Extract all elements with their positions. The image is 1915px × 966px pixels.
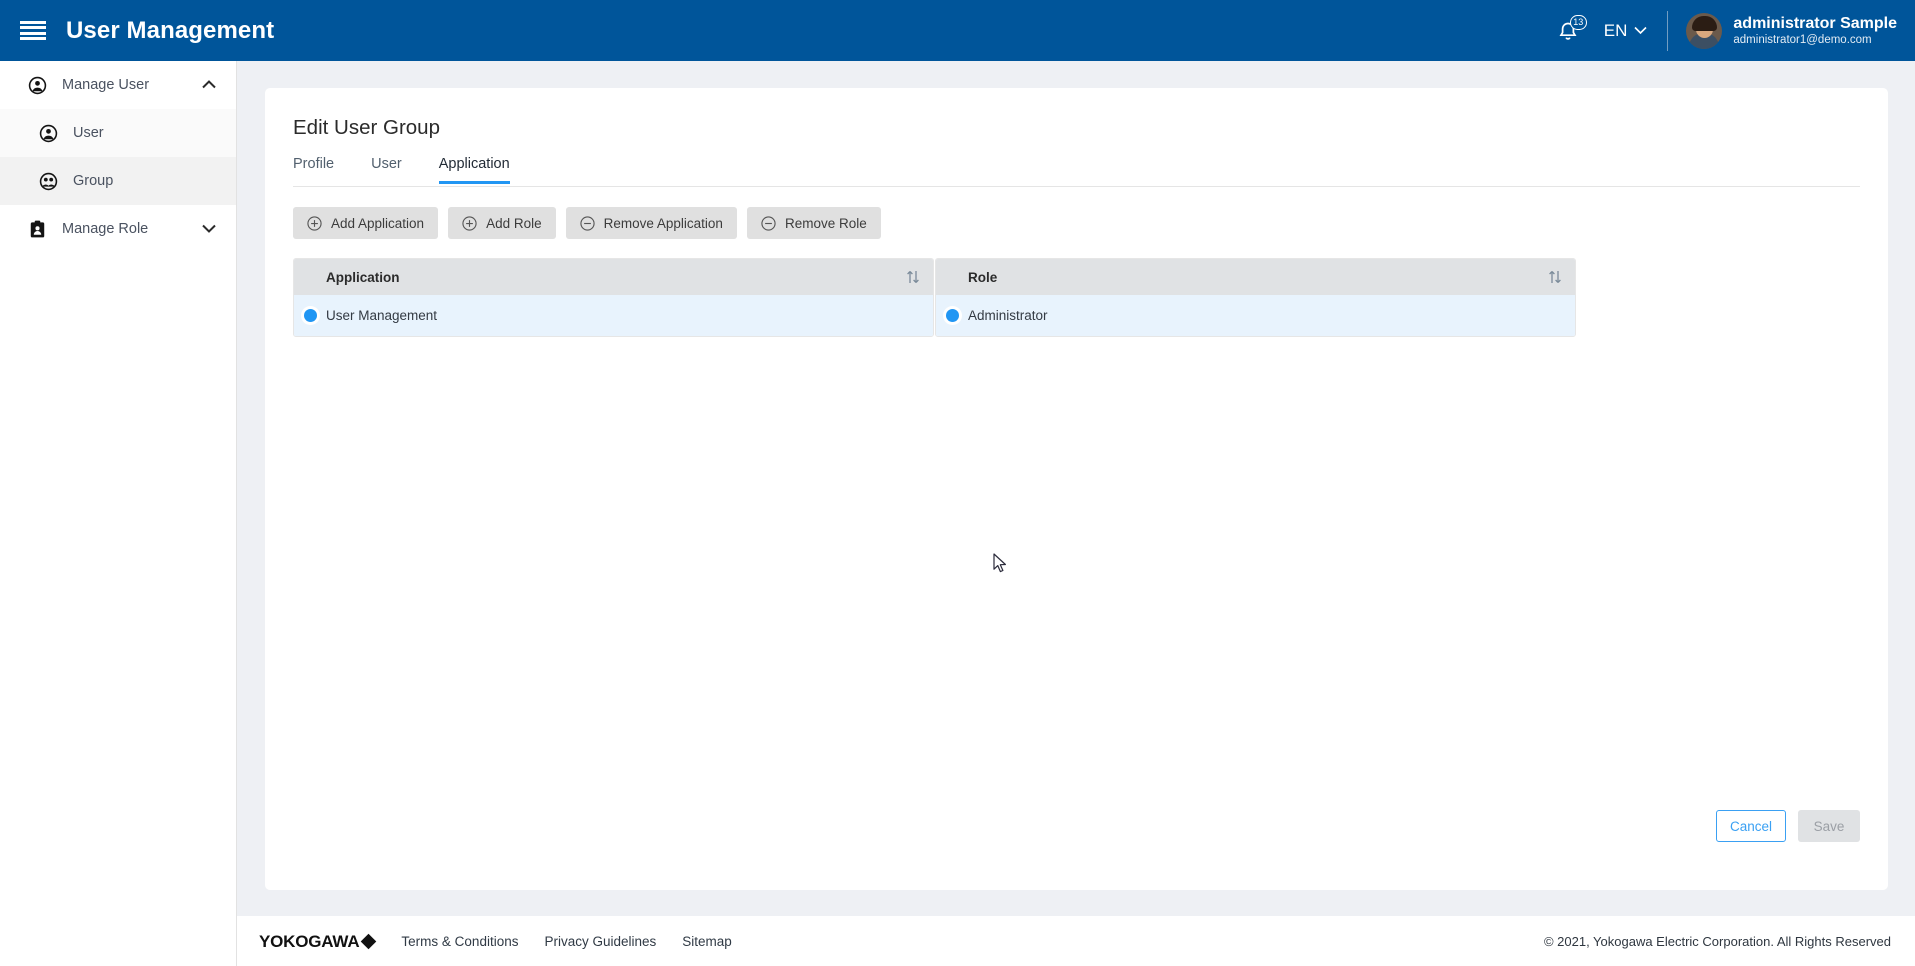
page-title: Edit User Group [293,116,440,139]
hamburger-line [20,26,46,30]
edit-user-group-card: Edit User Group Profile User Application… [265,88,1888,890]
save-button: Save [1798,810,1860,842]
chevron-up-icon [202,76,216,94]
cell-role-name: Administrator [968,308,1048,323]
table-row[interactable]: User Management [294,295,933,336]
button-label: Add Role [486,215,542,231]
sidebar-label: Group [73,173,114,189]
add-application-button[interactable]: Add Application [293,207,439,239]
table-row[interactable]: Administrator [936,295,1575,336]
table-header-row: Role [936,259,1575,295]
plus-circle-icon [307,215,322,231]
badge-icon [27,219,48,240]
sidebar-label: User [73,125,104,141]
app-title: User Management [66,16,275,44]
tab-user[interactable]: User [371,156,402,184]
copyright-text: © 2021, Yokogawa Electric Corporation. A… [1543,934,1891,949]
status-dot-icon [945,309,959,322]
table-header-row: Application [294,259,933,295]
sidebar-label: Manage User [62,77,150,93]
user-icon [27,75,48,96]
tab-bar: Profile User Application [293,155,1860,187]
sidebar-item-user[interactable]: User [0,109,236,157]
hamburger-menu-icon[interactable] [20,20,46,41]
remove-application-button[interactable]: Remove Application [565,207,737,239]
user-account-menu[interactable]: administrator Sample administrator1@demo… [1733,14,1897,48]
notifications-button[interactable]: 13 [1554,14,1588,48]
top-header-bar: User Management 13 EN administrator Samp… [0,0,1915,61]
sidebar-navigation: Manage User User Group Manage Role [0,61,237,966]
footer-link-privacy[interactable]: Privacy Guidelines [544,934,656,949]
form-actions: Cancel Save [1716,810,1860,842]
notification-count-badge: 13 [1569,14,1587,30]
header-right-cluster: 13 EN administrator Sample administrator… [1554,0,1915,61]
sidebar-item-manage-user[interactable]: Manage User [0,61,236,109]
plus-circle-icon [462,215,477,231]
user-icon [38,123,59,144]
chevron-down-icon [1634,26,1647,35]
minus-circle-icon [761,215,776,231]
remove-role-button[interactable]: Remove Role [746,207,881,239]
chevron-down-icon [202,220,216,238]
sidebar-label: Manage Role [62,221,149,237]
column-header-role: Role [968,269,998,285]
user-avatar[interactable] [1686,12,1723,49]
footer-link-terms[interactable]: Terms & Conditions [401,934,518,949]
user-display-name: administrator Sample [1733,14,1897,32]
language-selector[interactable]: EN [1604,21,1648,41]
row-selected-marker [936,309,968,322]
hamburger-line [20,31,46,35]
header-divider [1667,10,1669,51]
hamburger-line [20,37,46,41]
action-toolbar: Add Application Add Role Remove Applicat… [293,207,881,239]
footer-link-sitemap[interactable]: Sitemap [682,934,732,949]
button-label: Add Application [331,215,425,231]
hamburger-line [20,20,46,24]
sidebar-item-manage-role[interactable]: Manage Role [0,205,236,253]
status-dot-icon [303,309,317,322]
button-label: Remove Application [603,215,723,231]
column-header-application: Application [326,269,400,285]
brand-text: YOKOGAWA [259,931,360,951]
group-icon [38,171,59,192]
diamond-icon [361,933,377,950]
tab-application[interactable]: Application [438,156,510,184]
mouse-cursor [993,553,1009,580]
language-label: EN [1603,20,1628,40]
minus-circle-icon [580,215,595,231]
sort-updown-icon[interactable] [1548,270,1562,285]
page-footer: YOKOGAWA Terms & Conditions Privacy Guid… [237,916,1915,966]
sidebar-item-group[interactable]: Group [0,157,236,205]
row-selected-marker [294,309,326,322]
tab-profile[interactable]: Profile [293,156,334,184]
avatar-hair [1691,15,1717,31]
yokogawa-logo: YOKOGAWA [259,931,377,952]
sort-updown-icon[interactable] [906,270,920,285]
cell-application-name: User Management [326,308,438,323]
add-role-button[interactable]: Add Role [448,207,556,239]
cancel-button[interactable]: Cancel [1716,810,1786,842]
role-table: Role Administrator [935,258,1576,337]
application-table: Application User Management [293,258,934,337]
user-email: administrator1@demo.com [1733,33,1872,46]
button-label: Remove Role [784,215,867,231]
